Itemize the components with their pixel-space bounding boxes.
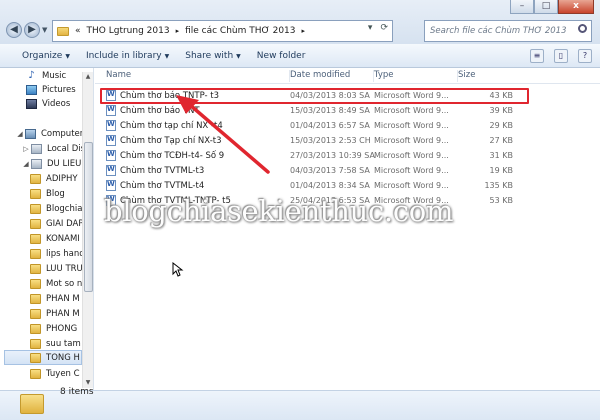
folder-icon [20,394,44,414]
watermark-text: blogchiasekienthuc.com [104,194,454,228]
arrow-shaft [188,103,270,174]
status-bar: 8 items [0,387,600,420]
mouse-cursor-icon [172,262,184,277]
item-count: 8 items [60,387,94,397]
